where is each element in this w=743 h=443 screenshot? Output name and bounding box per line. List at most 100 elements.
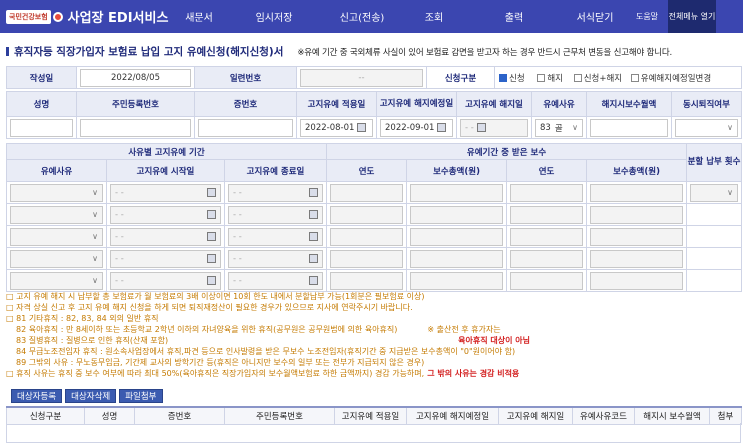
calendar-icon[interactable] bbox=[207, 232, 216, 241]
calendar-icon[interactable] bbox=[357, 123, 367, 132]
period-start-input[interactable]: - - bbox=[110, 227, 221, 246]
menu-print[interactable]: 출력 bbox=[464, 0, 564, 33]
year-input[interactable] bbox=[510, 227, 584, 246]
col-rrn: 주민등록번호 bbox=[76, 91, 195, 117]
period-row: ∨ - - - - bbox=[6, 247, 743, 270]
salary-total-input[interactable] bbox=[590, 227, 684, 246]
year-input[interactable] bbox=[510, 271, 584, 290]
option-apply[interactable]: 신청 bbox=[499, 74, 525, 84]
year-input[interactable] bbox=[330, 183, 404, 202]
year-input[interactable] bbox=[330, 205, 404, 224]
reason-select[interactable]: 83 골 ∨ bbox=[535, 118, 583, 137]
group-period: 사유별 고지유예 기간 bbox=[5, 143, 328, 160]
col-period-start: 고지유예 시작일 bbox=[106, 159, 225, 182]
salary-total-input[interactable] bbox=[590, 205, 684, 224]
serial-label: 일련번호 bbox=[194, 66, 297, 89]
written-date-value: 2022/08/05 bbox=[111, 72, 160, 83]
calendar-icon[interactable] bbox=[309, 276, 319, 285]
period-reason-select[interactable]: ∨ bbox=[10, 249, 103, 268]
calendar-icon[interactable] bbox=[207, 210, 216, 219]
installments-select[interactable]: ∨ bbox=[690, 183, 739, 202]
target-list-body[interactable] bbox=[6, 423, 741, 443]
year-input[interactable] bbox=[510, 183, 584, 202]
calendar-icon[interactable] bbox=[309, 254, 319, 263]
list-col-name: 성명 bbox=[84, 406, 135, 425]
period-end-input[interactable]: - - bbox=[228, 249, 324, 268]
year-input[interactable] bbox=[330, 227, 404, 246]
calendar-icon[interactable] bbox=[207, 276, 216, 285]
calendar-icon[interactable] bbox=[437, 123, 447, 132]
period-start-value: - - bbox=[115, 187, 124, 198]
page-notice: ※유예 기간 중 국외체류 사실이 있어 보험료 감면을 받고자 하는 경우 반… bbox=[297, 48, 672, 58]
end-planned-input[interactable]: 2022-09-01 bbox=[380, 118, 453, 137]
notice-line: 82 육아휴직 : 만 8세이하 또는 초등학교 2학년 이하의 자녀양육을 위… bbox=[6, 324, 741, 335]
col-period-reason: 유예사유 bbox=[6, 159, 107, 182]
calendar-icon[interactable] bbox=[309, 210, 319, 219]
calendar-icon[interactable] bbox=[207, 254, 216, 263]
period-reason-select[interactable]: ∨ bbox=[10, 205, 103, 224]
notice-text: 82 육아휴직 : 만 8세이하 또는 초등학교 2학년 이하의 자녀양육을 위… bbox=[16, 325, 398, 334]
salary-total-input[interactable] bbox=[410, 249, 504, 268]
col-apply-date: 고지유예 적용일 bbox=[296, 91, 377, 117]
apply-date-input[interactable]: 2022-08-01 bbox=[300, 118, 373, 137]
menu-search[interactable]: 조회 bbox=[404, 0, 464, 33]
period-reason-select[interactable]: ∨ bbox=[10, 183, 103, 202]
menu-new-document[interactable]: 새문서 bbox=[170, 0, 228, 33]
menu-temp-save[interactable]: 임시저장 bbox=[228, 0, 320, 33]
period-end-input[interactable]: - - bbox=[228, 183, 324, 202]
title-marker bbox=[6, 47, 9, 56]
period-reason-select[interactable]: ∨ bbox=[10, 271, 103, 290]
option-cancel[interactable]: 해지 bbox=[537, 74, 563, 84]
col-end-planned: 고지유예 해지예정일 bbox=[376, 91, 457, 117]
written-date-field[interactable]: 2022/08/05 bbox=[80, 68, 191, 87]
notice-section: □ 고지 유예 해지 시 납부할 총 보험료가 월 보험료의 3배 이상이면 1… bbox=[6, 291, 741, 379]
salary-total-input[interactable] bbox=[410, 271, 504, 290]
checkbox-icon bbox=[630, 74, 639, 82]
period-reason-select[interactable]: ∨ bbox=[10, 227, 103, 246]
period-start-input[interactable]: - - bbox=[110, 205, 221, 224]
installments-empty bbox=[686, 247, 743, 270]
checkbox-checked-icon bbox=[499, 74, 507, 82]
year-input[interactable] bbox=[330, 249, 404, 268]
retire-select[interactable]: ∨ bbox=[675, 118, 738, 137]
menu-close-form[interactable]: 서식닫기 bbox=[564, 0, 626, 33]
notice-text: 83 질병휴직 : 질병으로 인한 휴직(산재 포함) bbox=[16, 336, 169, 345]
option-change-date[interactable]: 유예해지예정일변경 bbox=[630, 73, 712, 84]
salary-total-input[interactable] bbox=[410, 183, 504, 202]
cert-no-input[interactable] bbox=[198, 118, 293, 137]
menu-help[interactable]: 도움말 bbox=[626, 0, 668, 33]
notice-text: ※ 출산전 후 휴가자는 bbox=[427, 325, 501, 334]
rrn-input[interactable] bbox=[80, 118, 191, 137]
salary-total-input[interactable] bbox=[590, 183, 684, 202]
period-end-input[interactable]: - - bbox=[228, 227, 324, 246]
period-start-input[interactable]: - - bbox=[110, 271, 221, 290]
period-start-input[interactable]: - - bbox=[110, 183, 221, 202]
period-end-input[interactable]: - - bbox=[228, 205, 324, 224]
col-installments: 분할 납부 횟수 bbox=[686, 143, 743, 182]
year-input[interactable] bbox=[330, 271, 404, 290]
chevron-down-icon: ∨ bbox=[727, 188, 734, 197]
calendar-icon[interactable] bbox=[309, 188, 319, 197]
period-end-input[interactable]: - - bbox=[228, 271, 324, 290]
year-input[interactable] bbox=[510, 249, 584, 268]
year-input[interactable] bbox=[510, 205, 584, 224]
calendar-icon[interactable] bbox=[309, 232, 319, 241]
option-change-date-label: 유예해지예정일변경 bbox=[640, 73, 712, 84]
salary-input[interactable] bbox=[590, 118, 668, 137]
menu-open-all[interactable]: 전체메뉴 열기 bbox=[668, 0, 716, 33]
salary-total-input[interactable] bbox=[590, 249, 684, 268]
delete-target-button[interactable]: 대상자삭제 bbox=[65, 389, 117, 403]
salary-total-input[interactable] bbox=[590, 271, 684, 290]
salary-total-input[interactable] bbox=[410, 227, 504, 246]
option-apply-cancel[interactable]: 신청+해지 bbox=[573, 74, 622, 84]
register-target-button[interactable]: 대상자등록 bbox=[11, 389, 63, 403]
period-row: ∨ - - - - bbox=[6, 225, 743, 248]
serial-field: -- bbox=[300, 68, 423, 87]
top-bar: 국민건강보험 사업장 EDI서비스 새문서 임시저장 신고(전송) 조회 출력 … bbox=[0, 0, 743, 33]
menu-submit[interactable]: 신고(전송) bbox=[320, 0, 404, 33]
period-start-input[interactable]: - - bbox=[110, 249, 221, 268]
name-input[interactable] bbox=[10, 118, 73, 137]
calendar-icon[interactable] bbox=[207, 188, 216, 197]
attach-file-button[interactable]: 파일첨부 bbox=[119, 389, 163, 403]
salary-total-input[interactable] bbox=[410, 205, 504, 224]
